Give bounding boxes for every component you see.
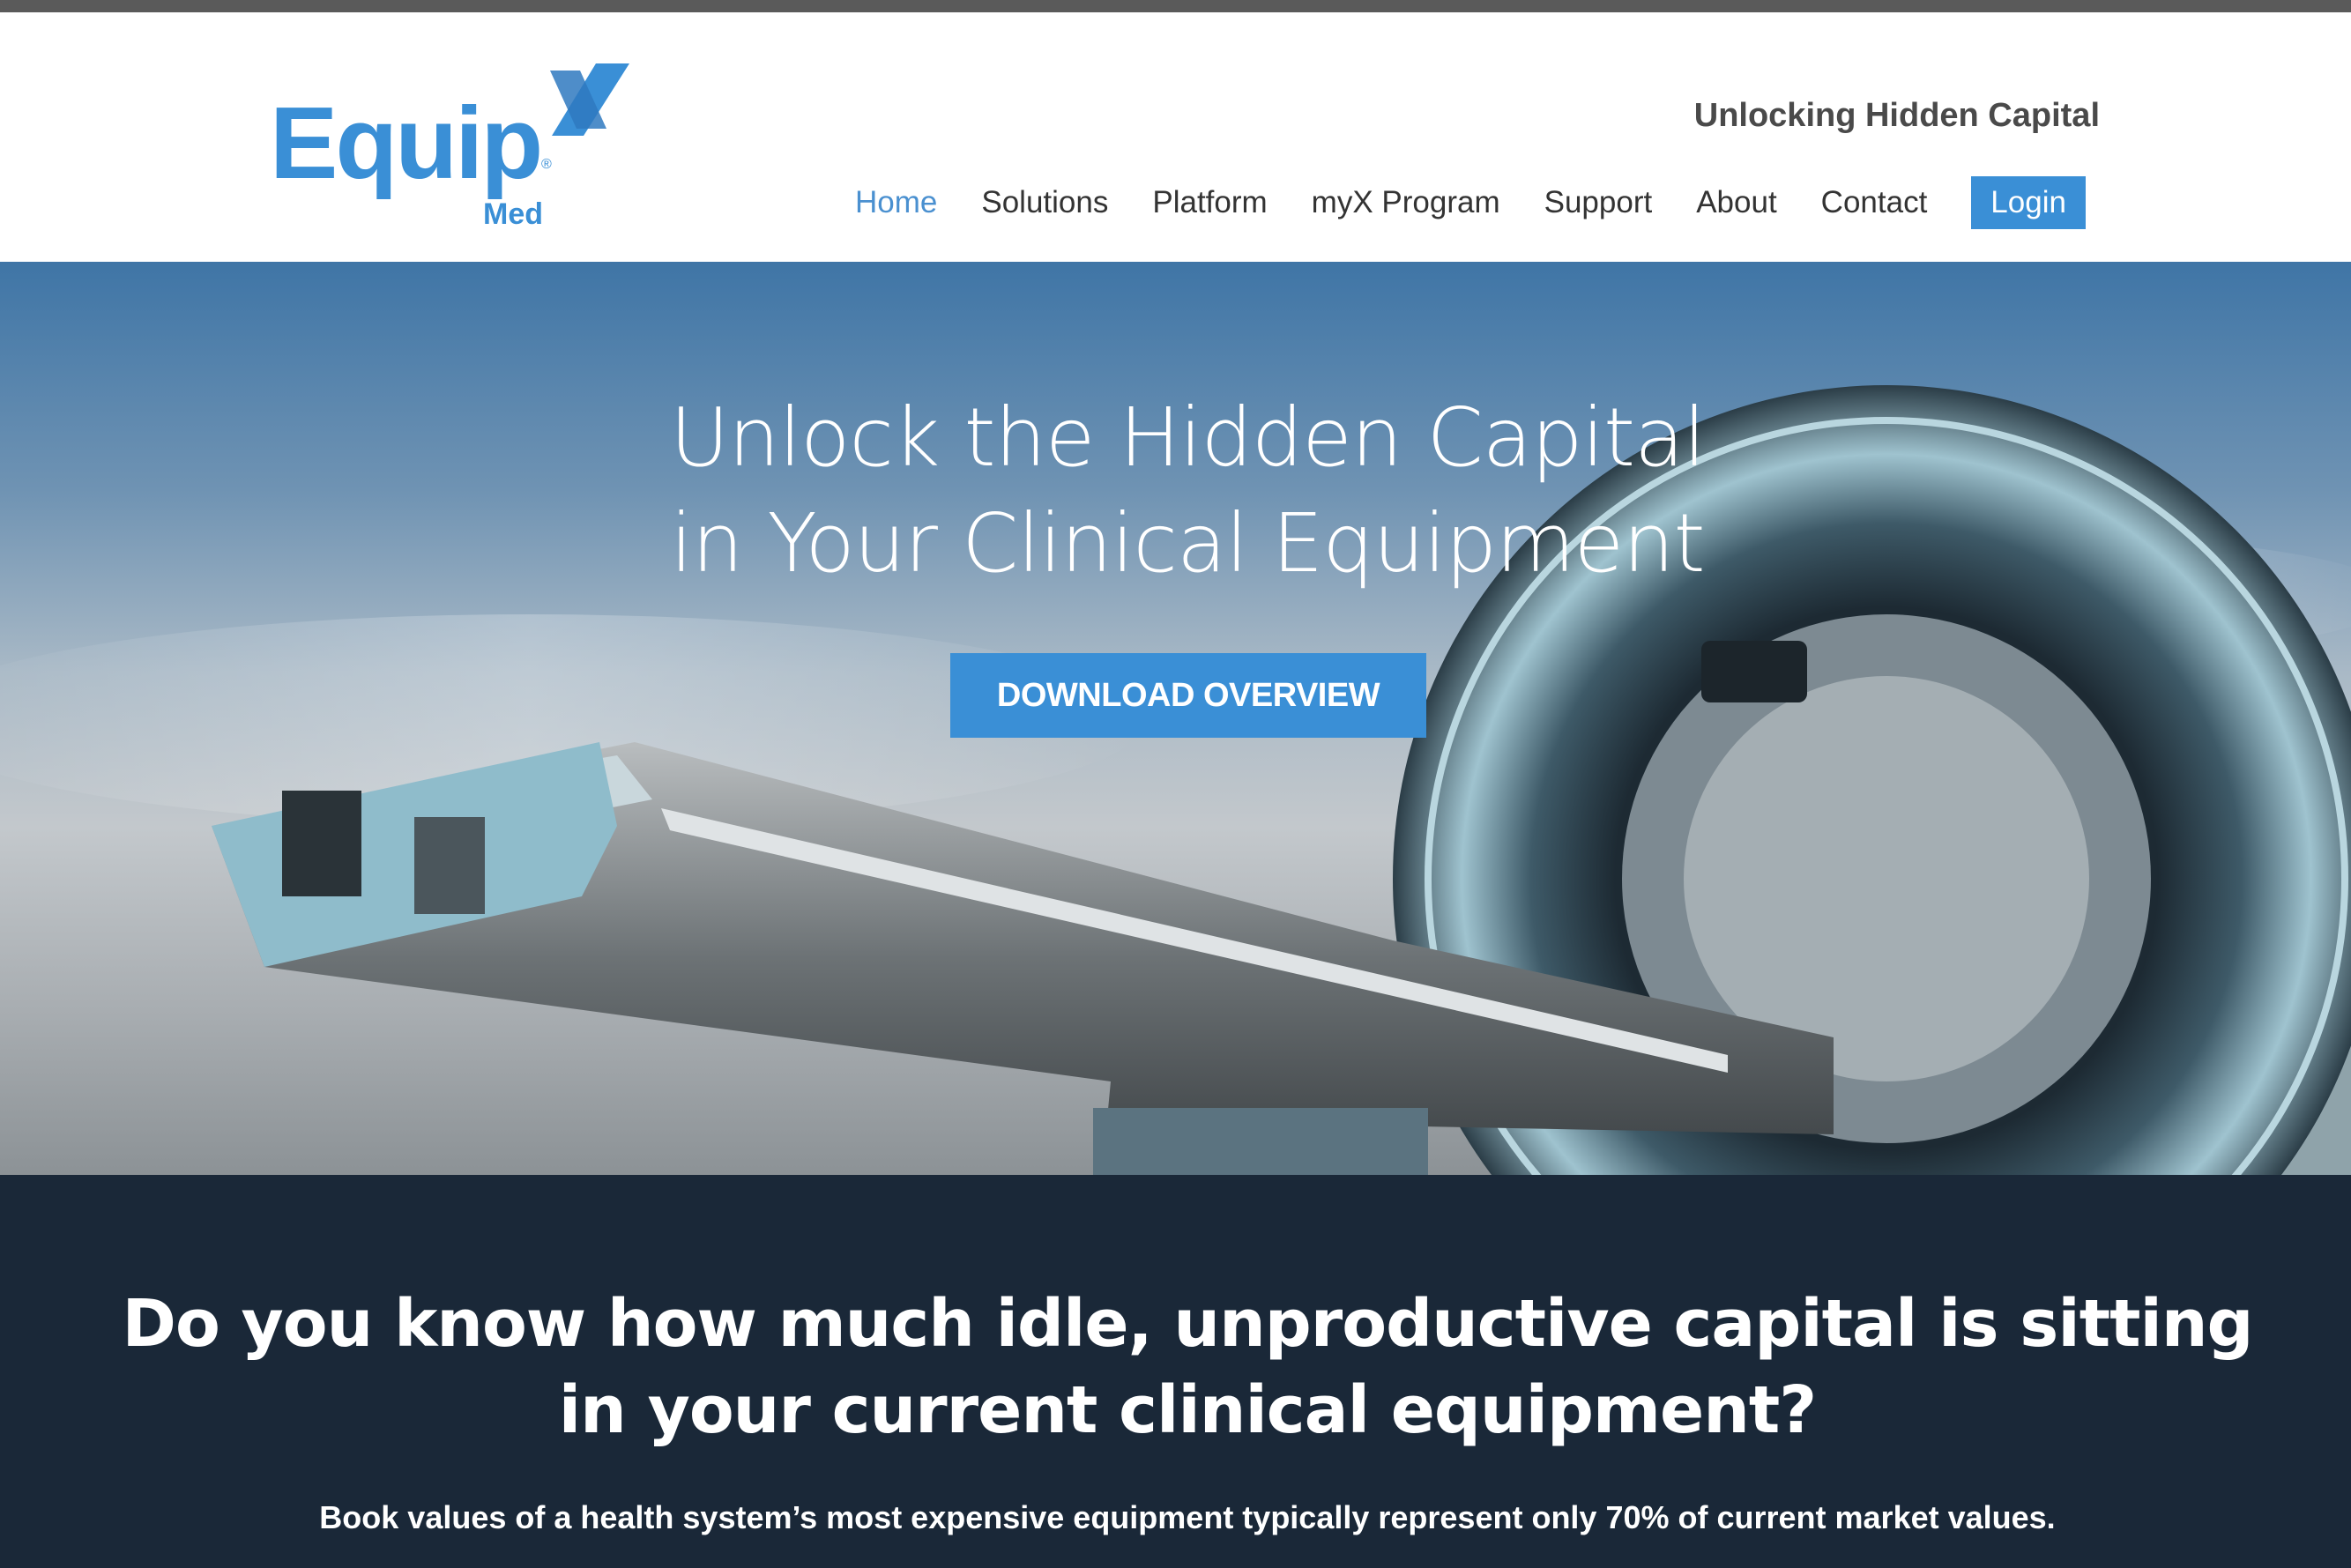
- login-button[interactable]: Login: [1971, 176, 2086, 229]
- capital-info-section: Do you know how much idle, unproductive …: [0, 1175, 2351, 1568]
- download-overview-button[interactable]: DOWNLOAD OVERVIEW: [950, 653, 1426, 738]
- hero-title-line-1: Unlock the Hidden Capital: [669, 390, 1706, 485]
- nav-platform[interactable]: Platform: [1152, 185, 1267, 220]
- logo-registered-mark: ®: [541, 157, 552, 172]
- nav-myx-program[interactable]: myX Program: [1312, 185, 1500, 220]
- header-tagline: Unlocking Hidden Capital: [1693, 97, 2100, 134]
- equipx-logo[interactable]: Equip ® Med: [270, 63, 629, 234]
- top-border: [0, 0, 2351, 12]
- hero-title: Unlock the Hidden Capital in Your Clinic…: [0, 385, 2351, 597]
- logo-subtitle: Med: [483, 197, 543, 231]
- main-nav: Home Solutions Platform myX Program Supp…: [855, 176, 2086, 229]
- nav-solutions[interactable]: Solutions: [981, 185, 1108, 220]
- nav-home[interactable]: Home: [855, 185, 937, 220]
- nav-support[interactable]: Support: [1544, 185, 1653, 220]
- hero-title-line-2: in Your Clinical Equipment: [670, 496, 1705, 591]
- site-header: Equip ® Med Unlocking Hidden Capital Hom…: [0, 12, 2351, 262]
- logo-x-mark-icon: [550, 63, 629, 136]
- section-note: Book values of a health system’s most ex…: [319, 1499, 2056, 1535]
- section-heading-line-2: in your current clinical equipment?: [558, 1372, 1817, 1448]
- section-heading-line-1: Do you know how much idle, unproductive …: [122, 1286, 2254, 1362]
- nav-contact[interactable]: Contact: [1821, 185, 1928, 220]
- logo-wordmark: Equip: [270, 85, 543, 200]
- hero-banner: Unlock the Hidden Capital in Your Clinic…: [0, 262, 2351, 1175]
- section-heading: Do you know how much idle, unproductive …: [0, 1281, 2351, 1453]
- nav-about[interactable]: About: [1696, 185, 1776, 220]
